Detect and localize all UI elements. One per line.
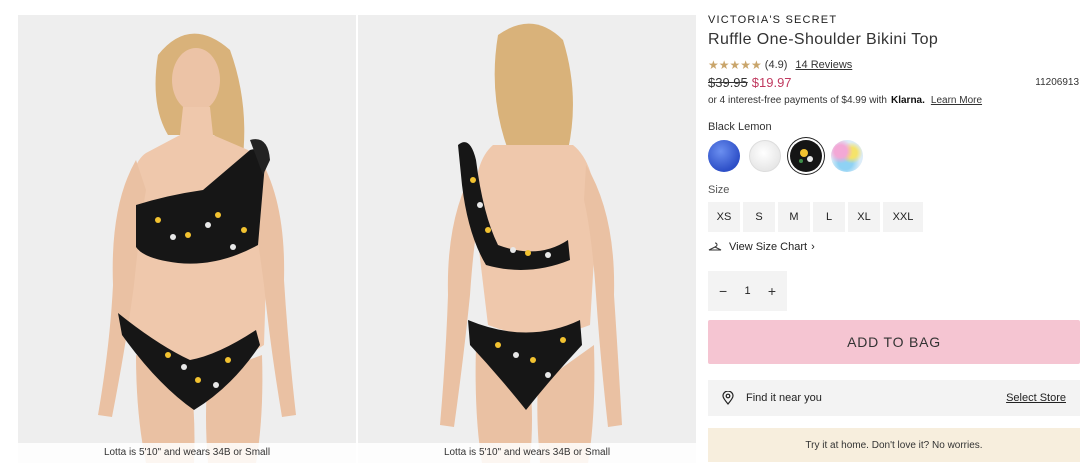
find-in-store-row: Find it near you Select Store [708, 380, 1080, 416]
klarna-logo: Klarna. [890, 95, 925, 106]
size-s-button[interactable]: S [743, 202, 775, 232]
size-xs-button[interactable]: XS [708, 202, 740, 232]
rating-row: ★★★★★ (4.9) 14 Reviews [708, 58, 1080, 72]
size-xl-button[interactable]: XL [848, 202, 880, 232]
klarna-text: or 4 interest-free payments of $4.99 wit… [708, 95, 887, 106]
view-size-chart-link[interactable]: View Size Chart › [708, 241, 1080, 253]
image-caption: Lotta is 5'10" and wears 34B or Small [18, 443, 356, 463]
price-row: $39.95 $19.97 11206913 [708, 75, 1080, 90]
learn-more-link[interactable]: Learn More [931, 95, 982, 106]
try-at-home-banner: Try it at home. Don't love it? No worrie… [708, 428, 1080, 462]
size-m-button[interactable]: M [778, 202, 810, 232]
selected-color-name: Black Lemon [708, 121, 772, 133]
find-store-text: Find it near you [746, 392, 822, 404]
product-image-back[interactable]: Lotta is 5'10" and wears 34B or Small [358, 15, 696, 463]
size-label: Size [708, 184, 730, 196]
original-price: $39.95 [708, 75, 748, 90]
add-to-bag-button[interactable]: ADD TO BAG [708, 320, 1080, 364]
location-pin-icon [722, 391, 734, 405]
model-front-illustration [18, 15, 356, 463]
hanger-icon [708, 242, 722, 251]
swatch-black-lemon[interactable] [790, 140, 822, 172]
select-store-link[interactable]: Select Store [1006, 392, 1066, 404]
brand-name: VICTORIA'S SECRET [708, 14, 838, 26]
rating-value: (4.9) [764, 59, 788, 71]
reviews-link[interactable]: 14 Reviews [795, 59, 852, 71]
product-image-front[interactable]: Lotta is 5'10" and wears 34B or Small [18, 15, 356, 463]
model-back-illustration [358, 15, 696, 463]
chevron-right-icon: › [811, 241, 815, 253]
swatch-white[interactable] [749, 140, 781, 172]
sale-price: $19.97 [751, 75, 792, 90]
color-swatches [708, 140, 1080, 172]
image-caption: Lotta is 5'10" and wears 34B or Small [358, 443, 696, 463]
size-l-button[interactable]: L [813, 202, 845, 232]
swatch-pastel-print[interactable] [831, 140, 863, 172]
swatch-blue[interactable] [708, 140, 740, 172]
size-options: XS S M L XL XXL [708, 202, 1080, 232]
klarna-installments: or 4 interest-free payments of $4.99 wit… [708, 95, 1080, 106]
product-title: Ruffle One-Shoulder Bikini Top [708, 31, 939, 48]
size-xxl-button[interactable]: XXL [883, 202, 923, 232]
star-rating-icon: ★★★★★ [708, 58, 762, 72]
decrease-quantity-button[interactable]: − [719, 284, 727, 298]
increase-quantity-button[interactable]: + [768, 284, 776, 298]
product-info-panel: VICTORIA'S SECRET Ruffle One-Shoulder Bi… [708, 14, 1080, 462]
quantity-value: 1 [744, 285, 751, 297]
quantity-stepper: − 1 + [708, 271, 787, 311]
size-chart-label: View Size Chart [729, 241, 808, 253]
product-sku: 11206913 [1035, 77, 1079, 88]
